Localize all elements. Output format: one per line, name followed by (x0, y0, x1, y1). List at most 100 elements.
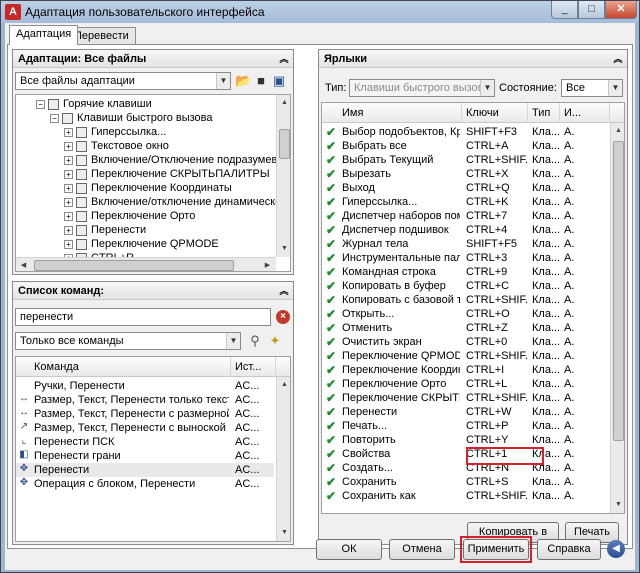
shortcut-row[interactable]: ✔ Переключение СКРЫТЬПАЛ... CTRL+SHIF... Кл… (322, 391, 608, 405)
chevron-left-icon[interactable]: ◀ (607, 540, 625, 558)
customization-file-select[interactable]: Все файлы адаптации ▼ (15, 72, 231, 90)
shortcut-row[interactable]: ✔ Переключение QPMODE CTRL+SHIF... Кла... А. (322, 349, 608, 363)
display-filters-icon[interactable]: ▣ (271, 73, 287, 89)
tree-expander-icon[interactable]: + (64, 141, 73, 151)
shortcut-row[interactable]: ✔ Журнал тела SHIFT+F5 Кла... А. (322, 237, 608, 251)
tree-node[interactable]: + Перенести (64, 223, 146, 237)
shortcut-row[interactable]: ✔ Выбрать все CTRL+A Кла... А. (322, 139, 608, 153)
shortcut-row[interactable]: ✔ Переключение Орто CTRL+L Кла... А. (322, 377, 608, 391)
shortcut-row[interactable]: ✔ Сохранить как CTRL+SHIF... Кла... А. (322, 489, 608, 503)
shortcut-row[interactable]: ✔ Выбор подобъектов, Кромка SHIFT+F3 Кла...… (322, 125, 608, 139)
tree-node[interactable]: + Переключение СКРЫТЬПАЛИТРЫ (64, 167, 270, 181)
tab-customize[interactable]: Адаптация (9, 25, 79, 45)
shortcut-row[interactable]: ✔ Копировать с базовой точкой CTRL+SHIF...… (322, 293, 608, 307)
command-row[interactable]: ✥ Перенести AC... (16, 463, 274, 477)
shortcut-row[interactable]: ✔ Выход CTRL+Q Кла... А. (322, 181, 608, 195)
hscroll-thumb[interactable] (34, 260, 234, 271)
scroll-up-icon[interactable]: ▲ (277, 377, 290, 392)
shortcut-row[interactable]: ✔ Выбрать Текущий CTRL+SHIF... Кла... А. (322, 153, 608, 167)
column-source[interactable]: И... (560, 103, 610, 123)
command-row[interactable]: ↔ Размер, Текст, Перенести только текст AC… (16, 393, 274, 407)
shortcut-row[interactable]: ✔ Инструментальные палитры CTRL+3 Кла...А. (322, 251, 608, 265)
collapse-icon[interactable]: ︽ (278, 285, 290, 297)
ok-button[interactable]: ОК (316, 539, 382, 560)
tree-node[interactable]: + Переключение Орто (64, 209, 195, 223)
tree-node[interactable]: − Горячие клавиши (36, 97, 152, 111)
shortcut-row[interactable]: ✔ Создать... CTRL+N Кла... А. (322, 461, 608, 475)
scroll-left-icon[interactable]: ◀ (16, 258, 31, 271)
column-source[interactable]: Ист... (231, 357, 276, 377)
shortcut-row[interactable]: ✔ Отменить CTRL+Z Кла... А. (322, 321, 608, 335)
tree-expander-icon[interactable]: − (50, 113, 59, 123)
command-row[interactable]: ⌞ Перенести ПСК AC... (16, 435, 274, 449)
shortcut-row[interactable]: ✔ Свойства CTRL+1 Кла... А. (322, 447, 608, 461)
find-command-icon[interactable]: ⚲ (247, 333, 263, 349)
chevron-down-icon[interactable]: ▼ (608, 80, 622, 96)
shortcuts-scrollbar[interactable]: ▲ ▼ (610, 123, 624, 513)
tree-expander-icon[interactable]: + (64, 225, 73, 235)
shortcut-row[interactable]: ✔ Повторить CTRL+Y Кла... А. (322, 433, 608, 447)
shortcut-row[interactable]: ✔ Диспетчер наборов пометок CTRL+7 Кла...А. (322, 209, 608, 223)
chevron-down-icon[interactable]: ▼ (226, 333, 240, 349)
command-row[interactable]: ↗ Размер, Текст, Перенести с выноской AC..… (16, 421, 274, 435)
scroll-up-icon[interactable]: ▲ (277, 95, 290, 110)
state-select[interactable]: Все ▼ (561, 79, 623, 97)
tree-node[interactable]: − Клавиши быстрого вызова (50, 111, 213, 125)
tree-expander-icon[interactable]: + (64, 155, 73, 165)
tree-expander-icon[interactable]: + (64, 183, 73, 193)
command-row[interactable]: ↔ Размер, Текст, Перенести с размерной ли… (16, 407, 274, 421)
shortcut-row[interactable]: ✔ Копировать в буфер CTRL+C Кла... А. (322, 279, 608, 293)
shortcut-row[interactable]: ✔ Печать... CTRL+P Кла... А. (322, 419, 608, 433)
command-row[interactable]: ◧ Перенести грани AC... (16, 449, 274, 463)
command-filter-select[interactable]: Только все команды ▼ (15, 332, 241, 350)
scroll-thumb[interactable] (279, 129, 290, 159)
command-row[interactable]: ✥ Операция с блоком, Перенести AC... (16, 477, 274, 491)
shortcut-row[interactable]: ✔ Вырезать CTRL+X Кла... А. (322, 167, 608, 181)
title-bar[interactable]: A Адаптация пользовательского интерфейса… (1, 1, 639, 23)
command-row[interactable]: Ручки, Перенести AC... (16, 379, 274, 393)
column-command[interactable]: Команда (16, 357, 231, 377)
shortcut-row[interactable]: ✔ Очистить экран CTRL+0 Кла... А. (322, 335, 608, 349)
collapse-icon[interactable]: ︽ (612, 53, 624, 65)
command-search-input[interactable]: перенести (15, 308, 271, 326)
column-name[interactable]: Имя (322, 103, 462, 123)
tree-expander-icon[interactable]: − (36, 99, 45, 109)
shortcut-row[interactable]: ✔ Гиперссылка... CTRL+K Кла... А. (322, 195, 608, 209)
shortcut-row[interactable]: ✔ Открыть... CTRL+O Кла... А. (322, 307, 608, 321)
tree-node[interactable]: + Переключение QPMODE (64, 237, 219, 251)
open-file-icon[interactable]: 📂 (235, 73, 251, 89)
tree-node[interactable]: + Включение/отключение динамической ПСК (64, 195, 290, 209)
shortcut-row[interactable]: ✔ Командная строка CTRL+9 Кла... А. (322, 265, 608, 279)
tree-node[interactable]: + Включение/Отключение подразумеваемых з.… (64, 153, 290, 167)
help-button[interactable]: Справка (537, 539, 601, 560)
new-command-icon[interactable]: ✦ (267, 333, 283, 349)
shortcut-row[interactable]: ✔ Переключение Координаты CTRL+I Кла...А. (322, 363, 608, 377)
cancel-button[interactable]: Отмена (389, 539, 455, 560)
column-keys[interactable]: Ключи (462, 103, 528, 123)
tree-horizontal-scrollbar[interactable]: ◀ ▶ (16, 257, 276, 271)
maximize-button[interactable]: □ (578, 1, 605, 19)
scroll-down-icon[interactable]: ▼ (277, 525, 290, 540)
command-list-scrollbar[interactable]: ▲ ▼ (276, 377, 290, 541)
tree-expander-icon[interactable]: + (64, 169, 73, 179)
tree-expander-icon[interactable]: + (64, 197, 73, 207)
scroll-down-icon[interactable]: ▼ (611, 497, 624, 512)
collapse-icon[interactable]: ︽ (278, 53, 290, 65)
clear-search-icon[interactable]: × (276, 310, 290, 324)
save-icon[interactable]: ■ (253, 73, 269, 89)
close-button[interactable]: ✕ (605, 1, 637, 19)
tree-node[interactable]: + Гиперссылка... (64, 125, 166, 139)
tree-expander-icon[interactable]: + (64, 127, 73, 137)
tree-node[interactable]: + Переключение Координаты (64, 181, 232, 195)
tree-vertical-scrollbar[interactable]: ▲ ▼ (276, 95, 290, 257)
scroll-down-icon[interactable]: ▼ (277, 241, 290, 256)
tree-node[interactable]: + Текстовое окно (64, 139, 169, 153)
scroll-right-icon[interactable]: ▶ (260, 258, 275, 271)
column-type[interactable]: Тип (528, 103, 560, 123)
type-select[interactable]: Клавиши быстрого вызова ▼ (349, 79, 495, 97)
minimize-button[interactable]: _ (551, 1, 578, 19)
shortcut-row[interactable]: ✔ Сохранить CTRL+S Кла... А. (322, 475, 608, 489)
shortcut-row[interactable]: ✔ Диспетчер подшивок CTRL+4 Кла... А. (322, 223, 608, 237)
shortcut-row[interactable]: ✔ Перенести CTRL+W Кла... А. (322, 405, 608, 419)
scroll-up-icon[interactable]: ▲ (611, 123, 624, 138)
